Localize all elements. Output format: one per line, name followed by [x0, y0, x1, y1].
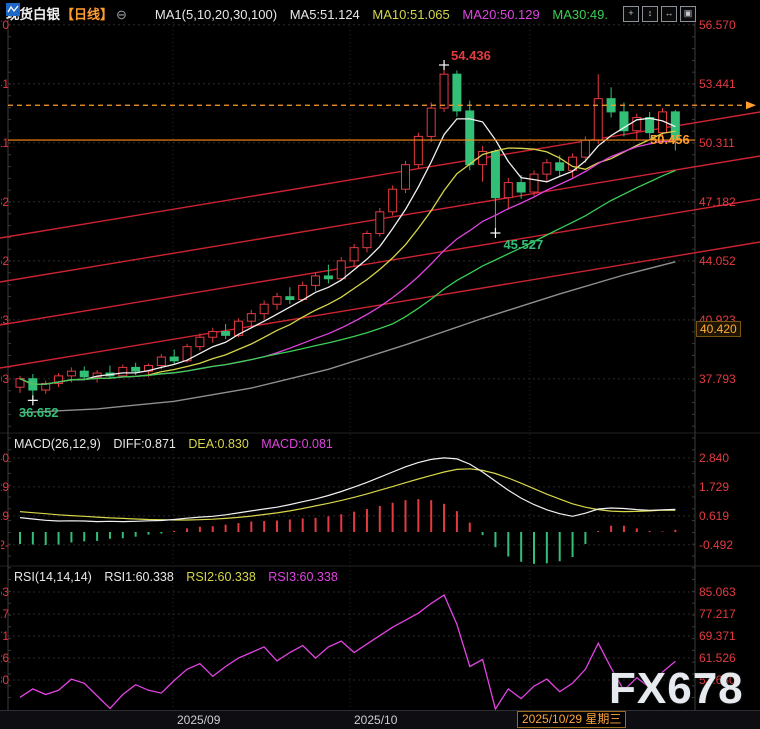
rsi2-value: RSI2:60.338	[186, 570, 256, 584]
ma-group-label: MA1(5,10,20,30,100)	[155, 7, 277, 22]
reference-price-badge: 40.420	[696, 321, 741, 337]
main-axis-label: 50.311	[699, 136, 735, 150]
main-axis-label-left: 40.923	[1, 313, 9, 327]
main-axis-label-left: 37.793	[1, 372, 9, 386]
chart-canvas[interactable]	[0, 0, 760, 729]
main-axis-label: 44.052	[699, 254, 736, 268]
ma10-value: MA10:51.065	[372, 7, 449, 22]
rsi-axis-label-left: 53.680	[1, 673, 9, 687]
macd-axis-label-left: 2.840	[1, 451, 9, 465]
main-axis-label-left: 50.311	[1, 136, 9, 150]
rsi-axis-label: 69.371	[699, 629, 736, 643]
collapse-icon[interactable]: ⊖	[116, 7, 127, 22]
macd-axis-label: 0.619	[699, 509, 729, 523]
last-price-label: 50.456	[650, 132, 690, 147]
macd-axis-label: 1.729	[699, 480, 729, 494]
chart-window: 现货白银【日线】⊖MA1(5,10,20,30,100) MA5:51.124 …	[0, 0, 760, 729]
rsi-header: RSI(14,14,14) RSI1:60.338 RSI2:60.338 RS…	[14, 570, 347, 584]
rsi-axis-label: 77.217	[699, 607, 736, 621]
ma30-value: MA30:49.	[552, 7, 608, 22]
macd-axis-label: -0.492	[699, 538, 733, 552]
rsi-name: RSI(14,14,14)	[14, 570, 92, 584]
chart-type-icon	[132, 8, 146, 21]
main-header: 现货白银【日线】⊖MA1(5,10,20,30,100) MA5:51.124 …	[6, 3, 617, 23]
macd-value: MACD:0.081	[261, 437, 333, 451]
ma5-value: MA5:51.124	[290, 7, 360, 22]
rsi-axis-label: 61.526	[699, 651, 736, 665]
fullscreen-icon[interactable]: ▣	[680, 6, 696, 22]
period-label: 【日线】	[61, 7, 113, 22]
watermark-logo: FX678	[609, 664, 744, 714]
y-scale-icon[interactable]: ↕	[642, 6, 658, 22]
macd-name: MACD(26,12,9)	[14, 437, 101, 451]
rsi1-value: RSI1:60.338	[104, 570, 174, 584]
macd-header: MACD(26,12,9) DIFF:0.871 DEA:0.830 MACD:…	[14, 437, 342, 451]
rsi-axis-label: 85.063	[699, 585, 736, 599]
crash-low-label: 45.527	[503, 237, 543, 252]
main-axis-label-left: 53.441	[1, 77, 9, 91]
ma20-value: MA20:50.129	[462, 7, 539, 22]
macd-axis-label-left: 1.729	[1, 480, 9, 494]
macd-axis-label: 2.840	[699, 451, 729, 465]
macd-axis-label-left: 0.619	[1, 509, 9, 523]
macd-dea-value: DEA:0.830	[188, 437, 248, 451]
main-axis-label-left: 47.182	[1, 195, 9, 209]
macd-diff-value: DIFF:0.871	[113, 437, 176, 451]
x-scale-icon[interactable]: ↔	[661, 6, 677, 22]
high-price-label: 54.436	[451, 48, 491, 63]
rsi3-value: RSI3:60.338	[268, 570, 338, 584]
toolbar: + ↕ ↔ ▣	[623, 6, 696, 22]
month-label-october: 2025/10	[354, 713, 397, 727]
rsi-axis-label-left: 61.526	[1, 651, 9, 665]
main-axis-label: 56.570	[699, 18, 736, 32]
rsi-axis-label-left: 69.371	[1, 629, 9, 643]
main-axis-label: 37.793	[699, 372, 736, 386]
main-axis-label: 53.441	[699, 77, 736, 91]
rsi-axis-label-left: 85.063	[1, 585, 9, 599]
macd-axis-label-left: -0.492	[1, 538, 9, 552]
crosshair-icon[interactable]: +	[623, 6, 639, 22]
start-low-label: 36.652	[19, 405, 59, 420]
rsi-axis-label-left: 77.217	[1, 607, 9, 621]
month-label-september: 2025/09	[177, 713, 220, 727]
main-axis-label: 47.182	[699, 195, 736, 209]
main-axis-label-left: 44.052	[1, 254, 9, 268]
